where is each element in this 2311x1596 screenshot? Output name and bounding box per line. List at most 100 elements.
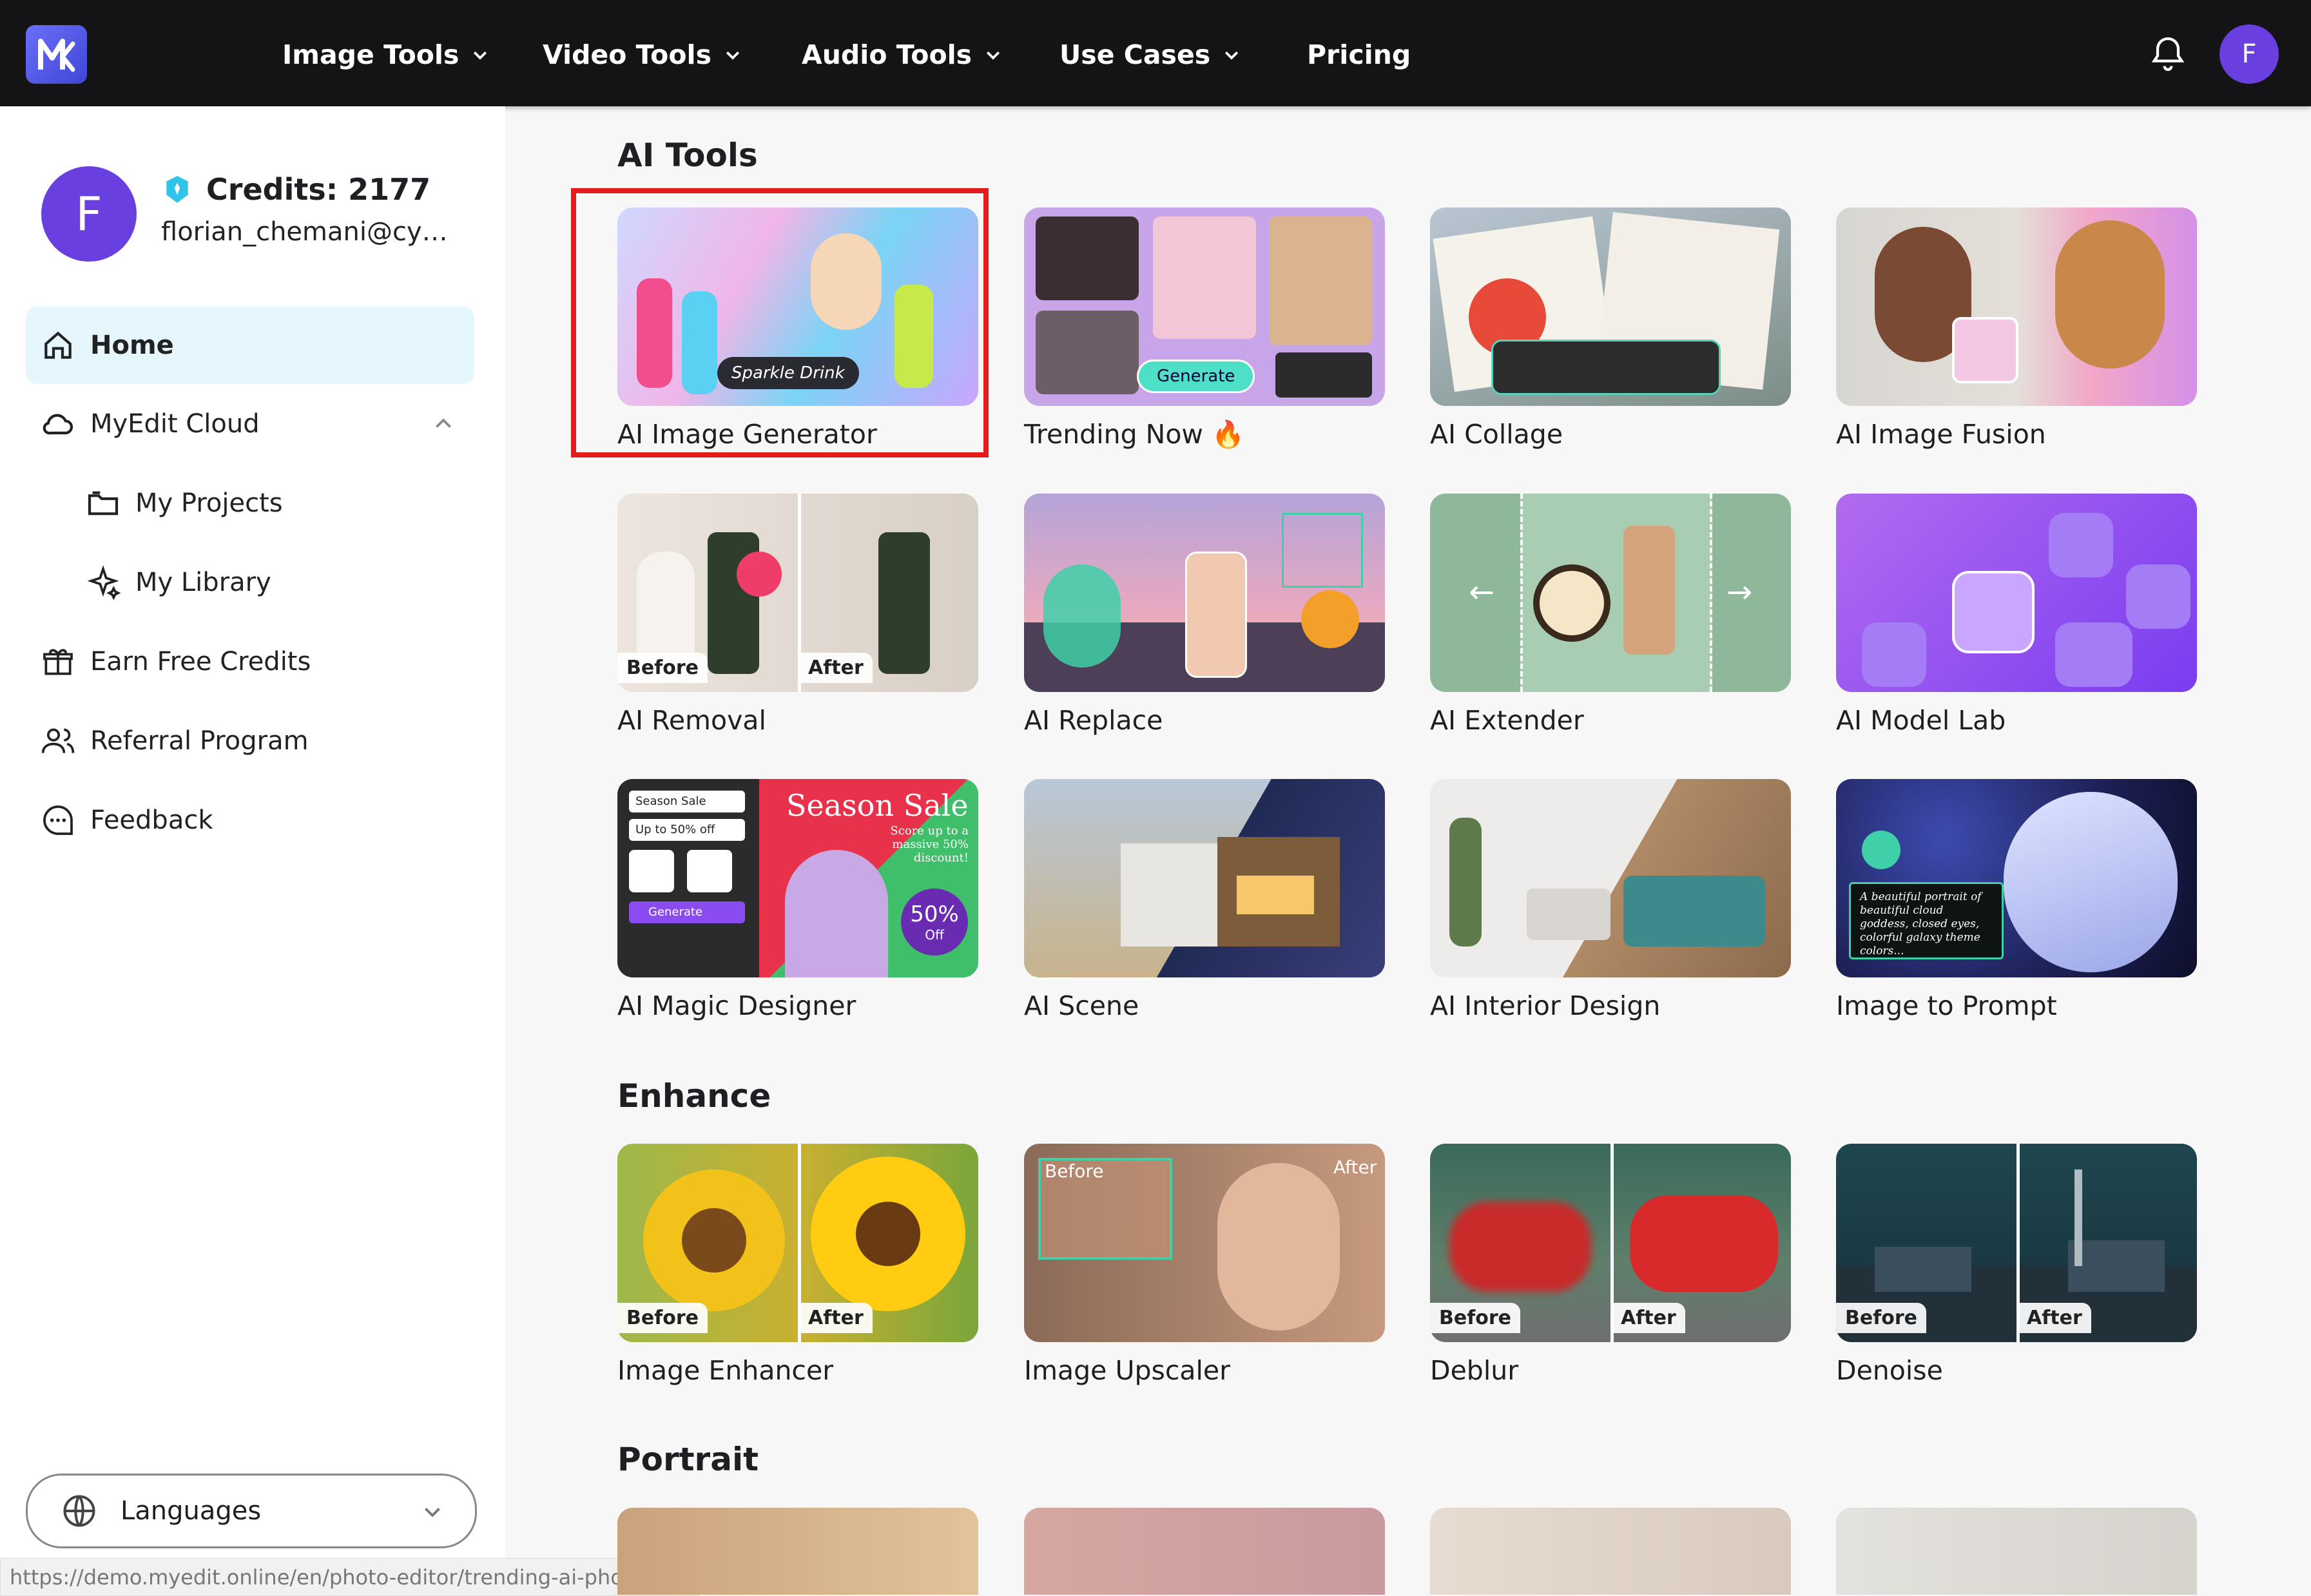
card-ai-extender[interactable]: ← → AI Extender xyxy=(1430,494,1791,736)
users-icon xyxy=(41,728,75,753)
card-deblur[interactable]: Before After Deblur xyxy=(1430,1144,1791,1386)
model-tile xyxy=(2055,622,2132,687)
portrait-thumbnail xyxy=(1836,1508,2197,1595)
photo-tile xyxy=(1153,216,1256,339)
card-label: Deblur xyxy=(1430,1355,1519,1386)
nav-audio-tools[interactable]: Audio Tools xyxy=(802,32,1003,77)
card-ai-replace[interactable]: AI Replace xyxy=(1024,494,1385,736)
sidebar-item-my-library[interactable]: My Library xyxy=(26,544,474,621)
sidebar-item-label: My Library xyxy=(135,568,271,597)
arrow-left-icon: ← xyxy=(1469,574,1495,610)
card-ai-model-lab[interactable]: AI Model Lab xyxy=(1836,494,2197,736)
section-title-portrait: Portrait xyxy=(617,1441,759,1478)
sidebar-item-earn-free-credits[interactable]: Earn Free Credits xyxy=(26,623,474,700)
portrait-thumbnail xyxy=(617,1508,978,1595)
arrow-right-icon: → xyxy=(1726,574,1753,610)
candle-shape xyxy=(1533,564,1610,642)
model-tile xyxy=(2049,513,2113,577)
card-ai-magic-designer[interactable]: Season Sale Score up to a massive 50% di… xyxy=(617,779,978,1021)
butterfly-tile xyxy=(1952,317,2018,383)
card-label: AI Scene xyxy=(1024,990,1139,1021)
sidebar-item-home[interactable]: Home xyxy=(26,307,474,384)
nav-video-tools[interactable]: Video Tools xyxy=(543,32,742,77)
card-denoise[interactable]: Before After Denoise xyxy=(1836,1144,2197,1386)
sofa-before xyxy=(1527,889,1610,940)
card-portrait-4[interactable] xyxy=(1836,1508,2197,1595)
lit-window xyxy=(1237,876,1314,914)
season-sale-title: Season Sale xyxy=(786,788,969,823)
sidebar-item-label: MyEdit Cloud xyxy=(90,409,260,439)
card-label: Image Upscaler xyxy=(1024,1355,1230,1386)
nav-pricing-label: Pricing xyxy=(1307,39,1411,70)
sidebar-item-label: Feedback xyxy=(90,805,213,835)
credits-display: Credits: 2177 xyxy=(161,172,430,207)
chevron-up-icon[interactable] xyxy=(432,412,455,436)
nav-use-cases-label: Use Cases xyxy=(1059,39,1211,70)
sidebar-item-my-projects[interactable]: My Projects xyxy=(26,465,474,542)
before-tag: Before xyxy=(1430,1303,1521,1333)
goddess-shape xyxy=(2004,792,2178,972)
languages-dropdown[interactable]: Languages xyxy=(26,1474,477,1548)
removed-object xyxy=(737,552,782,597)
sidebar-item-label: Home xyxy=(90,331,174,360)
card-ai-collage[interactable]: AI Collage xyxy=(1430,207,1791,450)
card-ai-interior-design[interactable]: AI Interior Design xyxy=(1430,779,1791,1021)
logo-mark-icon xyxy=(37,38,75,72)
after-label: After xyxy=(1333,1157,1377,1178)
card-image-to-prompt[interactable]: A beautiful portrait of beautiful cloud … xyxy=(1836,779,2197,1021)
sidebar-item-referral-program[interactable]: Referral Program xyxy=(26,702,474,780)
nav-pricing[interactable]: Pricing xyxy=(1307,32,1411,77)
card-ai-scene[interactable]: AI Scene xyxy=(1024,779,1385,1021)
discount-off: Off xyxy=(925,927,944,943)
sidebar-item-label: Referral Program xyxy=(90,726,309,756)
section-title-enhance: Enhance xyxy=(617,1077,771,1115)
account-avatar-initial: F xyxy=(2241,39,2257,69)
person-shape xyxy=(2055,220,2165,369)
photo-tile xyxy=(1275,352,1372,398)
bottle-shape xyxy=(1623,526,1675,655)
myedit-logo[interactable] xyxy=(26,25,87,84)
after-tag: After xyxy=(2018,1303,2091,1333)
chevron-down-icon xyxy=(474,51,487,60)
card-portrait-2[interactable] xyxy=(1024,1508,1385,1595)
account-avatar[interactable]: F xyxy=(2219,24,2279,84)
chevron-down-icon xyxy=(425,1508,440,1517)
season-sale-subtitle: Score up to a massive 50% discount! xyxy=(890,824,969,865)
card-portrait-3[interactable] xyxy=(1430,1508,1791,1595)
selection-highlight-frame xyxy=(571,188,989,457)
ai-scene-thumbnail xyxy=(1024,779,1385,977)
generate-pill: Generate xyxy=(1137,360,1255,393)
sidebar-item-label: Earn Free Credits xyxy=(90,647,311,677)
nav-image-tools[interactable]: Image Tools xyxy=(282,32,490,77)
card-ai-removal[interactable]: Before After AI Removal xyxy=(617,494,978,736)
card-ai-image-fusion[interactable]: AI Image Fusion xyxy=(1836,207,2197,450)
nav-use-cases[interactable]: Use Cases xyxy=(1059,32,1241,77)
card-label: AI Replace xyxy=(1024,705,1163,736)
card-label: AI Magic Designer xyxy=(617,990,856,1021)
card-image-enhancer[interactable]: Before After Image Enhancer xyxy=(617,1144,978,1386)
sunflower-center xyxy=(856,1202,920,1266)
ai-chip-icon xyxy=(1952,571,2035,653)
card-label: Image Enhancer xyxy=(617,1355,834,1386)
replace-mask xyxy=(1043,564,1121,668)
image-to-prompt-thumbnail: A beautiful portrait of beautiful cloud … xyxy=(1836,779,2197,977)
card-portrait-1[interactable] xyxy=(617,1508,978,1595)
card-label: AI Removal xyxy=(617,705,766,736)
card-image-upscaler[interactable]: Before After Image Upscaler xyxy=(1024,1144,1385,1386)
after-tag: After xyxy=(1612,1303,1685,1333)
sidebar-item-label: My Projects xyxy=(135,488,283,518)
sidebar-item-feedback[interactable]: Feedback xyxy=(26,782,474,859)
photo-tile xyxy=(1269,216,1372,345)
card-label: AI Model Lab xyxy=(1836,705,2006,736)
nav-image-tools-label: Image Tools xyxy=(282,39,459,70)
face-shape xyxy=(1217,1163,1340,1331)
bell-icon[interactable] xyxy=(2147,34,2189,75)
bottle-shape xyxy=(878,532,930,674)
user-email: florian_chemani@cyb... xyxy=(161,217,458,247)
card-trending-now[interactable]: Generate Trending Now 🔥 xyxy=(1024,207,1385,450)
sidebar-item-myedit-cloud[interactable]: MyEdit Cloud xyxy=(26,385,474,463)
user-avatar[interactable]: F xyxy=(41,166,137,262)
image-upscaler-thumbnail: Before After xyxy=(1024,1144,1385,1342)
photo-tile xyxy=(1036,311,1139,394)
credits-text: Credits: 2177 xyxy=(206,172,431,207)
